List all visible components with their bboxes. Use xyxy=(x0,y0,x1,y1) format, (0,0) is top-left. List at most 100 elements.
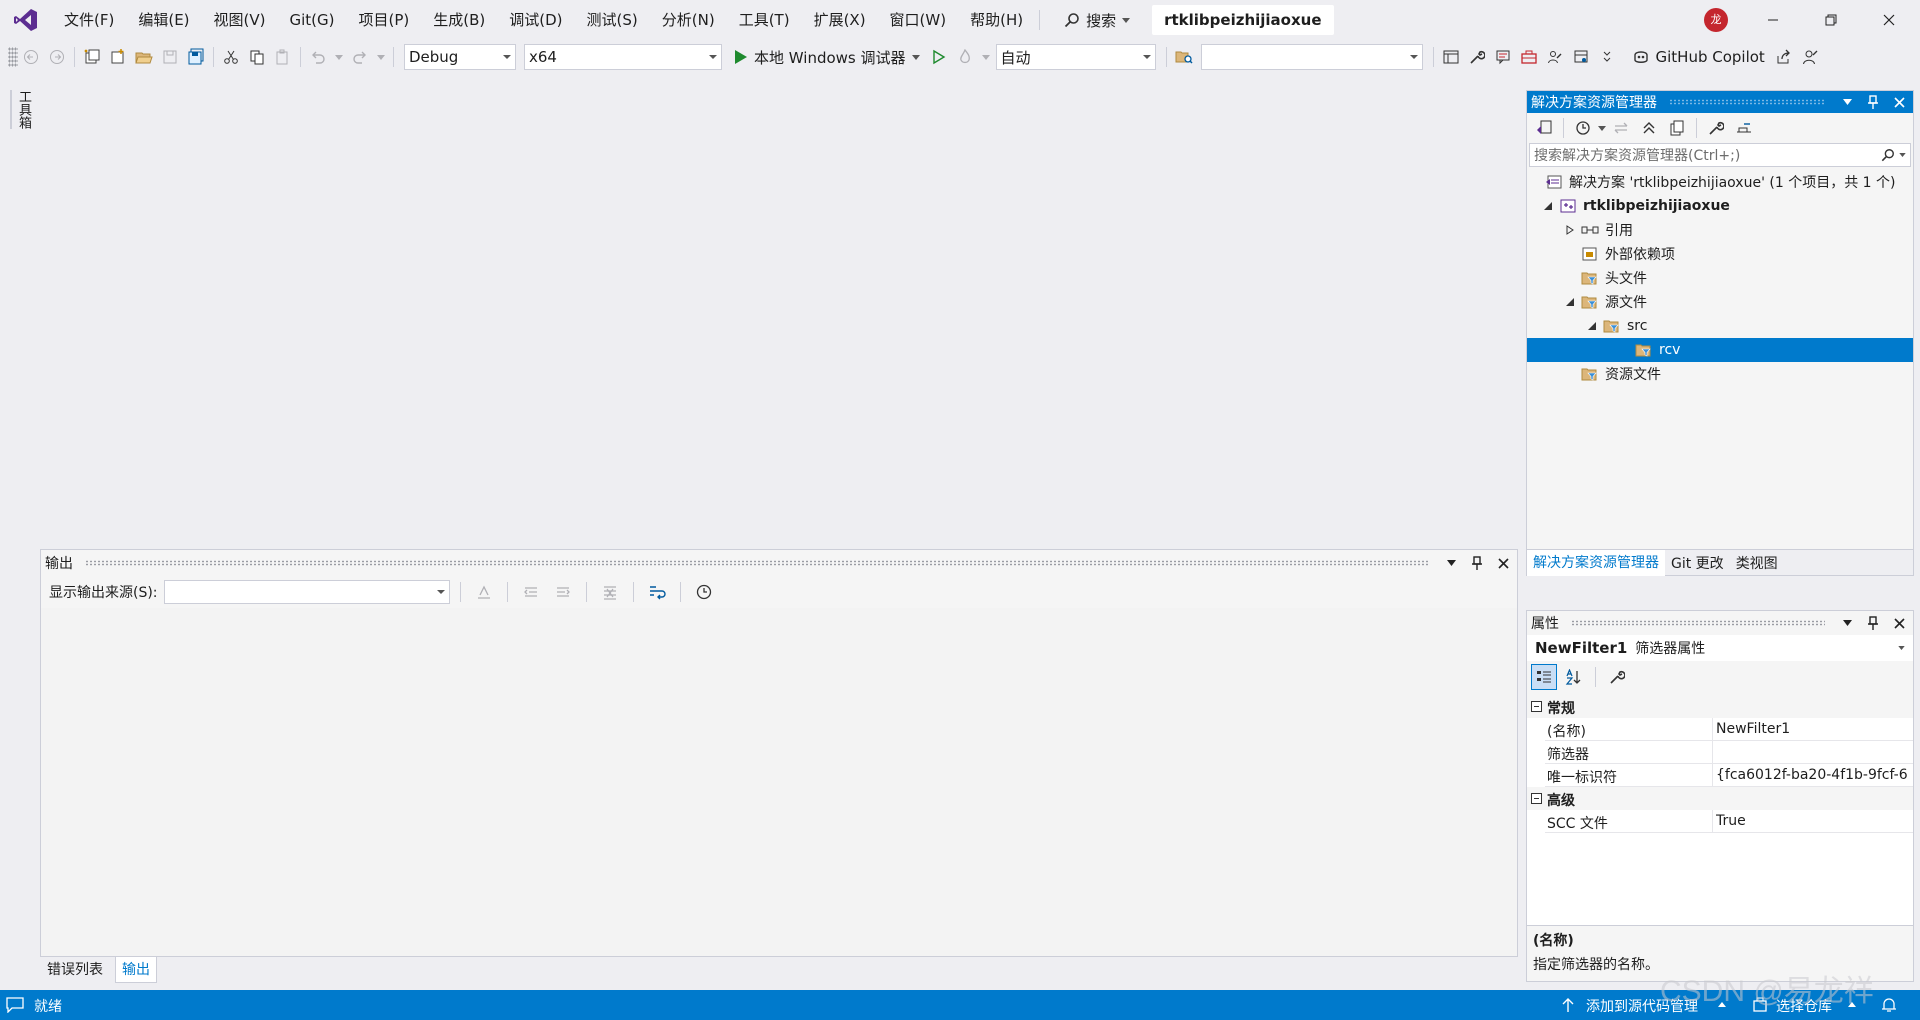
feedback-button[interactable] xyxy=(1797,44,1823,70)
tree-item-source-files[interactable]: 源文件 xyxy=(1527,290,1913,314)
new-project-button[interactable] xyxy=(79,44,105,70)
menu-extensions[interactable]: 扩展(X) xyxy=(802,0,878,40)
tab-class-view[interactable]: 类视图 xyxy=(1730,553,1784,573)
property-pages-button[interactable] xyxy=(1604,664,1630,690)
collapse-all-button[interactable] xyxy=(1636,115,1662,141)
menu-analyze[interactable]: 分析(N) xyxy=(650,0,727,40)
panel-menu-button[interactable] xyxy=(1837,613,1857,633)
save-button[interactable] xyxy=(157,44,183,70)
show-all-files-button[interactable] xyxy=(1664,115,1690,141)
notification-icon[interactable] xyxy=(6,997,24,1013)
close-panel-button[interactable] xyxy=(1889,613,1909,633)
properties-button[interactable] xyxy=(1703,115,1729,141)
expanded-triangle-icon[interactable] xyxy=(1585,319,1599,333)
menu-file[interactable]: 文件(F) xyxy=(52,0,126,40)
start-without-debugging-button[interactable] xyxy=(926,44,952,70)
menu-test[interactable]: 测试(S) xyxy=(575,0,650,40)
show-timestamps-button[interactable] xyxy=(691,579,717,605)
github-copilot-button[interactable]: GitHub Copilot xyxy=(1626,44,1771,70)
toolbar-extra-button-3[interactable] xyxy=(1490,44,1516,70)
visual-studio-logo-icon[interactable] xyxy=(0,0,52,40)
user-avatar[interactable]: 龙 xyxy=(1704,8,1728,32)
menu-edit[interactable]: 编辑(E) xyxy=(126,0,201,40)
menu-view[interactable]: 视图(V) xyxy=(202,0,278,40)
pin-button[interactable] xyxy=(1467,553,1487,573)
share-button[interactable] xyxy=(1771,44,1797,70)
close-panel-button[interactable] xyxy=(1493,553,1513,573)
toolbar-extra-button-6[interactable] xyxy=(1568,44,1594,70)
toggle-word-wrap-button[interactable] xyxy=(644,579,670,605)
configuration-dropdown[interactable]: Debug xyxy=(404,44,516,70)
next-message-button[interactable] xyxy=(550,579,576,605)
auto-dropdown[interactable]: 自动 xyxy=(995,44,1156,70)
find-combo[interactable] xyxy=(1200,44,1423,70)
panel-menu-button[interactable] xyxy=(1837,92,1857,112)
property-value[interactable]: NewFilter1 xyxy=(1716,721,1912,737)
tree-item-solution[interactable]: 解决方案 'rtklibpeizhijiaoxue' (1 个项目，共 1 个) xyxy=(1527,170,1913,194)
search-button[interactable]: 搜索 xyxy=(1054,0,1140,40)
redo-button[interactable] xyxy=(347,44,373,70)
pin-button[interactable] xyxy=(1863,92,1883,112)
add-item-button[interactable] xyxy=(105,44,131,70)
toolbar-extra-button-5[interactable] xyxy=(1542,44,1568,70)
collapsed-triangle-icon[interactable] xyxy=(1563,223,1577,237)
navigate-back-button[interactable] xyxy=(18,44,44,70)
categorized-button[interactable] xyxy=(1531,664,1557,690)
close-panel-button[interactable] xyxy=(1889,92,1909,112)
output-text-area[interactable] xyxy=(41,608,1517,956)
find-message-button[interactable] xyxy=(471,579,497,605)
toolbar-overflow-button[interactable] xyxy=(1594,44,1620,70)
property-category-general[interactable]: 常规 xyxy=(1527,695,1913,718)
start-debugging-button[interactable]: 本地 Windows 调试器 xyxy=(728,44,926,70)
expanded-triangle-icon[interactable] xyxy=(1563,295,1577,309)
tree-item-external-deps[interactable]: 外部依赖项 xyxy=(1527,242,1913,266)
restore-button[interactable] xyxy=(1802,0,1860,40)
hot-reload-button[interactable] xyxy=(952,44,978,70)
tree-item-references[interactable]: 引用 xyxy=(1527,218,1913,242)
panel-grip[interactable] xyxy=(85,560,1429,566)
toolbar-extra-button-1[interactable] xyxy=(1438,44,1464,70)
output-source-dropdown[interactable] xyxy=(163,580,450,604)
tree-item-resource-files[interactable]: 资源文件 xyxy=(1527,362,1913,386)
menu-window[interactable]: 窗口(W) xyxy=(878,0,959,40)
expanded-triangle-icon[interactable] xyxy=(1541,199,1555,213)
menu-tools[interactable]: 工具(T) xyxy=(727,0,802,40)
navigate-forward-button[interactable] xyxy=(44,44,70,70)
cut-button[interactable] xyxy=(218,44,244,70)
undo-button[interactable] xyxy=(305,44,331,70)
toolbar-grip[interactable] xyxy=(8,47,18,67)
sync-active-document-button[interactable] xyxy=(1608,115,1634,141)
solution-name-tab[interactable]: rtklibpeizhijiaoxue xyxy=(1152,5,1334,35)
menu-build[interactable]: 生成(B) xyxy=(421,0,497,40)
tab-solution-explorer[interactable]: 解决方案资源管理器 xyxy=(1527,549,1665,576)
solution-search-field[interactable]: 搜索解决方案资源管理器(Ctrl+;) xyxy=(1529,143,1911,167)
panel-grip[interactable] xyxy=(1669,99,1825,105)
tab-output[interactable]: 输出 xyxy=(115,957,157,983)
tree-item-header-files[interactable]: 头文件 xyxy=(1527,266,1913,290)
tree-item-rcv[interactable]: rcv xyxy=(1527,338,1913,362)
property-category-advanced[interactable]: 高级 xyxy=(1527,787,1913,810)
previous-message-button[interactable] xyxy=(518,579,544,605)
menu-project[interactable]: 项目(P) xyxy=(347,0,422,40)
pin-button[interactable] xyxy=(1863,613,1883,633)
property-row-name[interactable]: (名称) NewFilter1 xyxy=(1527,718,1913,741)
chevron-down-icon[interactable] xyxy=(1598,125,1606,131)
save-all-button[interactable] xyxy=(183,44,209,70)
tab-error-list[interactable]: 错误列表 xyxy=(41,957,109,983)
property-row-unique-id[interactable]: 唯一标识符 {fca6012f-ba20-4f1b-9fcf-6 xyxy=(1527,764,1913,787)
tree-item-project[interactable]: rtklibpeizhijiaoxue xyxy=(1527,194,1913,218)
property-row-filter[interactable]: 筛选器 xyxy=(1527,741,1913,764)
panel-grip[interactable] xyxy=(1571,620,1825,626)
switch-views-button[interactable] xyxy=(1531,115,1557,141)
clear-all-button[interactable] xyxy=(597,579,623,605)
toolbar-extra-button-4[interactable] xyxy=(1516,44,1542,70)
panel-menu-button[interactable] xyxy=(1441,553,1461,573)
paste-button[interactable] xyxy=(270,44,296,70)
menu-git[interactable]: Git(G) xyxy=(278,0,347,40)
chevron-down-icon[interactable] xyxy=(335,54,343,60)
find-in-files-button[interactable] xyxy=(1171,44,1197,70)
close-window-button[interactable] xyxy=(1860,0,1918,40)
property-row-scc-files[interactable]: SCC 文件 True xyxy=(1527,810,1913,833)
preview-selected-button[interactable] xyxy=(1731,115,1757,141)
platform-dropdown[interactable]: x64 xyxy=(524,44,722,70)
